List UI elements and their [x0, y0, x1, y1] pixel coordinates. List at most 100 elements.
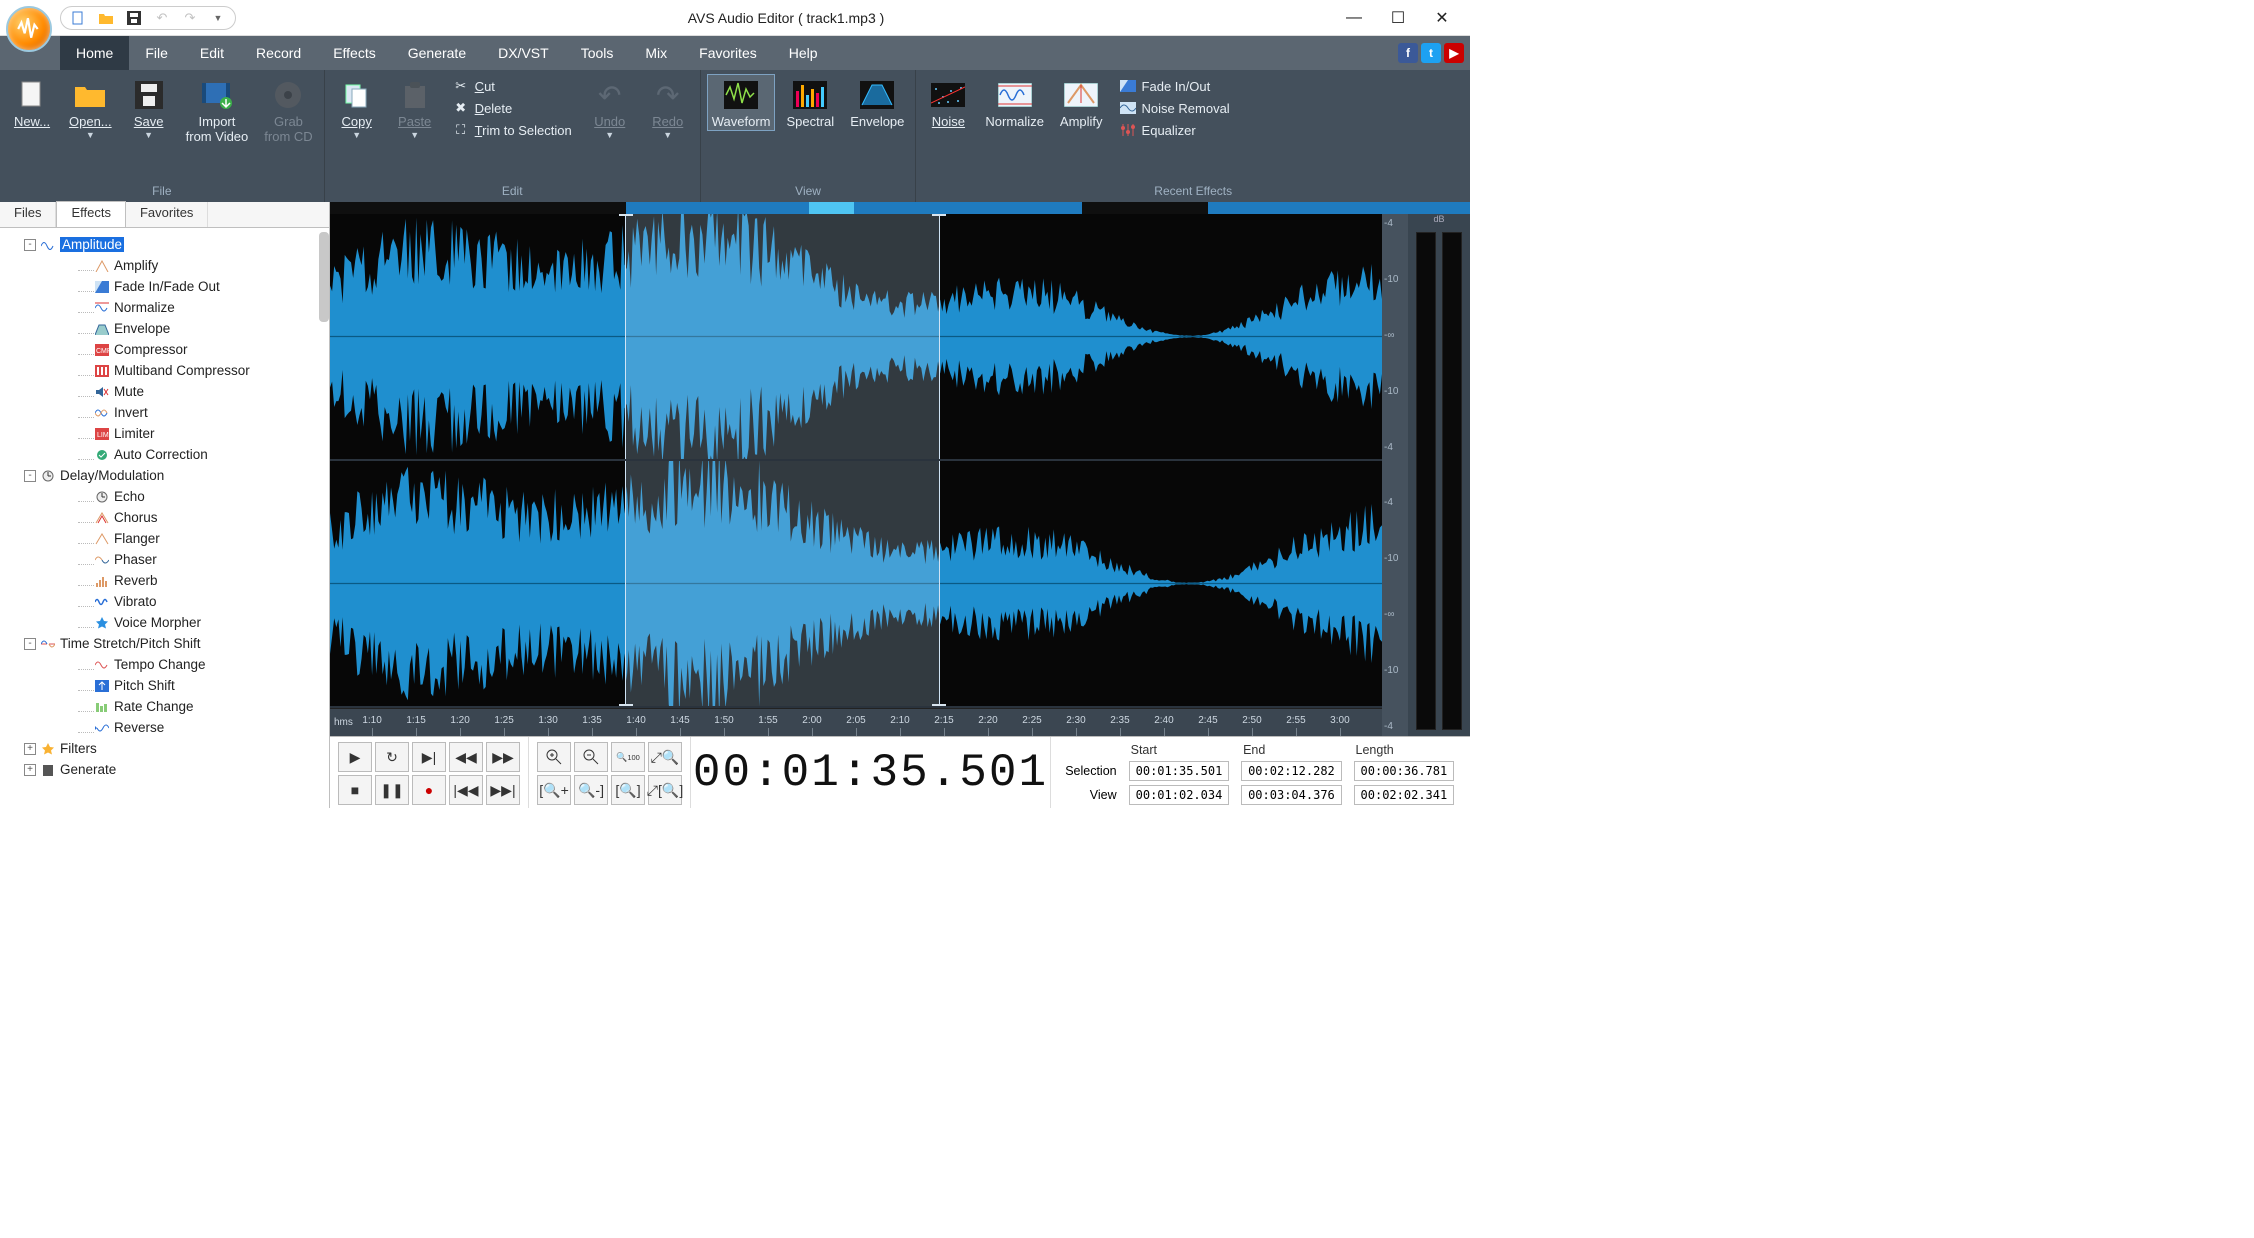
trim-button[interactable]: ⛶Trim to Selection [453, 122, 572, 138]
menu-generate[interactable]: Generate [392, 36, 482, 70]
equalizer-button[interactable]: Equalizer [1120, 122, 1238, 138]
range-value[interactable]: 00:03:04.376 [1241, 785, 1342, 805]
tree-item[interactable]: Normalize [4, 297, 325, 318]
overview-bar[interactable] [330, 202, 1470, 214]
tree-item[interactable]: Fade In/Fade Out [4, 276, 325, 297]
redo-button[interactable]: ↷Redo▼ [642, 74, 694, 141]
tree-toggle[interactable]: - [24, 470, 36, 482]
zoom-sel-button[interactable]: [🔍] [611, 775, 645, 805]
menu-mix[interactable]: Mix [629, 36, 683, 70]
time-ruler[interactable]: hms1:101:151:201:251:301:351:401:451:501… [330, 708, 1382, 736]
copy-button[interactable]: Copy▼ [331, 74, 383, 141]
selection-region[interactable] [625, 461, 941, 706]
delete-button[interactable]: ✖Delete [453, 100, 572, 116]
loop-button[interactable]: ↻ [375, 742, 409, 772]
tree-item[interactable]: Reverb [4, 570, 325, 591]
tree-item[interactable]: Flanger [4, 528, 325, 549]
menu-file[interactable]: File [129, 36, 184, 70]
tree-item[interactable]: Auto Correction [4, 444, 325, 465]
zoom-out-button[interactable] [574, 742, 608, 772]
tree-item[interactable]: Chorus [4, 507, 325, 528]
tree-item[interactable]: Amplify [4, 255, 325, 276]
tree-item[interactable]: +Generate [4, 759, 325, 780]
forward-button[interactable]: ▶▶ [486, 742, 520, 772]
zoom-sel-in-button[interactable]: [🔍+ [537, 775, 571, 805]
tab-effects[interactable]: Effects [56, 201, 126, 227]
qat-dropdown-icon[interactable]: ▼ [207, 9, 229, 27]
menu-record[interactable]: Record [240, 36, 317, 70]
twitter-icon[interactable]: t [1421, 43, 1441, 63]
tree-toggle[interactable]: + [24, 743, 36, 755]
range-value[interactable]: 00:01:02.034 [1129, 785, 1230, 805]
menu-dxvst[interactable]: DX/VST [482, 36, 565, 70]
goto-end-button[interactable]: ▶▶| [486, 775, 520, 805]
tree-toggle[interactable]: - [24, 239, 36, 251]
tree-item[interactable]: Reverse [4, 717, 325, 738]
selection-handle-left[interactable] [619, 214, 633, 216]
facebook-icon[interactable]: f [1398, 43, 1418, 63]
tree-item[interactable]: Envelope [4, 318, 325, 339]
app-logo[interactable] [6, 6, 52, 52]
tree-item[interactable]: Invert [4, 402, 325, 423]
tree-item[interactable]: Mute [4, 381, 325, 402]
play-button[interactable]: ▶ [338, 742, 372, 772]
tree-item[interactable]: -Time Stretch/Pitch Shift [4, 633, 325, 654]
youtube-icon[interactable]: ▶ [1444, 43, 1464, 63]
tree-item[interactable]: Tempo Change [4, 654, 325, 675]
waveform-channel-right[interactable] [330, 461, 1382, 708]
tree-item[interactable]: Pitch Shift [4, 675, 325, 696]
tab-files[interactable]: Files [0, 202, 56, 227]
range-value[interactable]: 00:02:12.282 [1241, 761, 1342, 781]
tree-item[interactable]: +Filters [4, 738, 325, 759]
menu-home[interactable]: Home [60, 36, 129, 70]
zoom-in-button[interactable] [537, 742, 571, 772]
zoom-100-button[interactable]: 🔍100 [611, 742, 645, 772]
record-button[interactable]: ● [412, 775, 446, 805]
menu-tools[interactable]: Tools [565, 36, 630, 70]
undo-button[interactable]: ↶Undo▼ [584, 74, 636, 141]
overview-segment[interactable] [809, 202, 855, 214]
close-button[interactable]: ✕ [1424, 4, 1460, 32]
range-value[interactable]: 00:00:36.781 [1354, 761, 1455, 781]
tree-toggle[interactable]: + [24, 764, 36, 776]
tree-item[interactable]: LIMLimiter [4, 423, 325, 444]
tree-item[interactable]: -Amplitude [4, 234, 325, 255]
amplify-effect-button[interactable]: Amplify [1055, 74, 1108, 131]
menu-help[interactable]: Help [773, 36, 834, 70]
noise-effect-button[interactable]: Noise [922, 74, 974, 131]
save-button[interactable]: Save▼ [123, 74, 175, 141]
noise-removal-button[interactable]: Noise Removal [1120, 100, 1238, 116]
range-value[interactable]: 00:01:35.501 [1129, 761, 1230, 781]
selection-region[interactable] [625, 214, 941, 459]
zoom-sel-fit-button[interactable]: ⤢[🔍] [648, 775, 682, 805]
tree-item[interactable]: Multiband Compressor [4, 360, 325, 381]
tree-item[interactable]: Vibrato [4, 591, 325, 612]
qat-open-icon[interactable] [95, 9, 117, 27]
tree-item[interactable]: Phaser [4, 549, 325, 570]
tree-toggle[interactable]: - [24, 638, 36, 650]
tree-item[interactable]: Voice Morpher [4, 612, 325, 633]
menu-edit[interactable]: Edit [184, 36, 240, 70]
selection-handle-right[interactable] [932, 214, 946, 216]
menu-effects[interactable]: Effects [317, 36, 392, 70]
qat-new-icon[interactable] [67, 9, 89, 27]
tree-scrollbar[interactable] [319, 232, 329, 322]
tree-item[interactable]: -Delay/Modulation [4, 465, 325, 486]
maximize-button[interactable]: ☐ [1380, 4, 1416, 32]
paste-button[interactable]: Paste▼ [389, 74, 441, 141]
normalize-effect-button[interactable]: Normalize [980, 74, 1049, 131]
tree-item[interactable]: Rate Change [4, 696, 325, 717]
open-button[interactable]: Open...▼ [64, 74, 117, 141]
grab-cd-button[interactable]: Grab from CD [259, 74, 317, 146]
overview-segment[interactable] [854, 202, 1082, 214]
overview-segment[interactable] [626, 202, 808, 214]
overview-segment[interactable] [330, 202, 626, 214]
tab-favorites[interactable]: Favorites [126, 202, 208, 227]
overview-segment[interactable] [1082, 202, 1207, 214]
tree-item[interactable]: Echo [4, 486, 325, 507]
next-button[interactable]: ▶| [412, 742, 446, 772]
envelope-view-button[interactable]: Envelope [845, 74, 909, 131]
tree-item[interactable]: CMPCompressor [4, 339, 325, 360]
goto-start-button[interactable]: |◀◀ [449, 775, 483, 805]
range-value[interactable]: 00:02:02.341 [1354, 785, 1455, 805]
